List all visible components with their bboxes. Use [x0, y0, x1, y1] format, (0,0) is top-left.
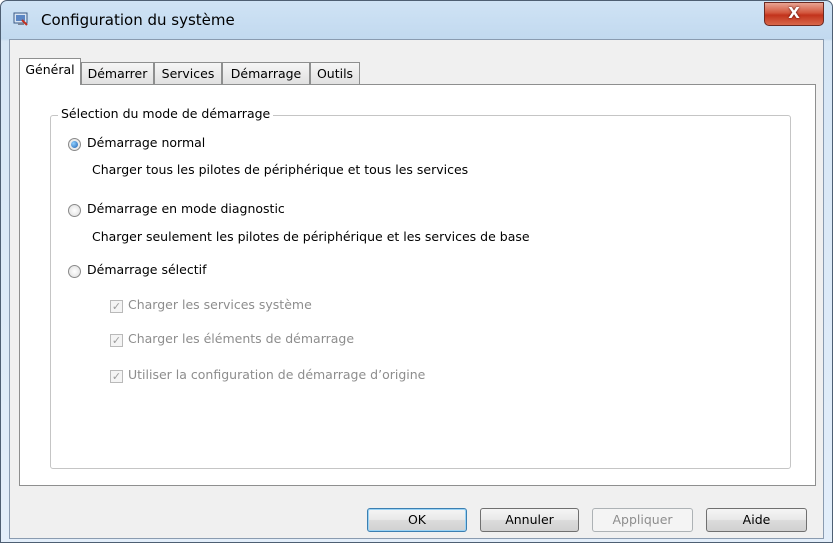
- check-load-system-services[interactable]: ✓: [110, 300, 123, 313]
- apply-button[interactable]: Appliquer: [592, 508, 693, 532]
- msconfig-icon: [13, 12, 28, 26]
- radio-normal-startup[interactable]: [68, 138, 81, 151]
- ok-button[interactable]: OK: [367, 508, 467, 532]
- normal-startup-description: Charger tous les pilotes de périphérique…: [92, 162, 469, 177]
- check-use-original-boot-config[interactable]: ✓: [110, 370, 123, 383]
- title-bar[interactable]: Configuration du système X: [1, 1, 832, 39]
- check-use-original-boot-config-label: Utiliser la configuration de démarrage d…: [128, 367, 426, 382]
- tab-startup[interactable]: Démarrer: [81, 62, 154, 84]
- radio-selective-startup[interactable]: [68, 265, 81, 278]
- tab-services[interactable]: Services: [154, 62, 222, 84]
- check-load-startup-items[interactable]: ✓: [110, 334, 123, 347]
- check-load-startup-items-label: Charger les éléments de démarrage: [128, 331, 355, 346]
- radio-selective-startup-label[interactable]: Démarrage sélectif: [87, 262, 206, 277]
- tab-label: Démarrage: [230, 66, 302, 81]
- radio-diagnostic-startup-label[interactable]: Démarrage en mode diagnostic: [87, 201, 285, 216]
- close-button[interactable]: X: [764, 2, 824, 26]
- help-button[interactable]: Aide: [706, 508, 807, 532]
- window-title: Configuration du système: [41, 11, 235, 29]
- diagnostic-startup-description: Charger seulement les pilotes de périphé…: [92, 229, 530, 244]
- cancel-button[interactable]: Annuler: [480, 508, 579, 532]
- tab-label: Services: [161, 66, 215, 81]
- check-load-system-services-label: Charger les services système: [128, 297, 312, 312]
- radio-diagnostic-startup[interactable]: [68, 204, 81, 217]
- tab-label: Démarrer: [87, 66, 148, 81]
- close-icon: X: [788, 4, 800, 22]
- tab-label: Outils: [316, 66, 354, 81]
- tab-tools[interactable]: Outils: [310, 62, 360, 84]
- tab-general[interactable]: Général: [19, 58, 81, 85]
- radio-normal-startup-label[interactable]: Démarrage normal: [87, 135, 205, 150]
- tab-label: Général: [25, 62, 75, 77]
- tab-boot[interactable]: Démarrage: [222, 62, 310, 84]
- group-legend: Sélection du mode de démarrage: [58, 106, 274, 121]
